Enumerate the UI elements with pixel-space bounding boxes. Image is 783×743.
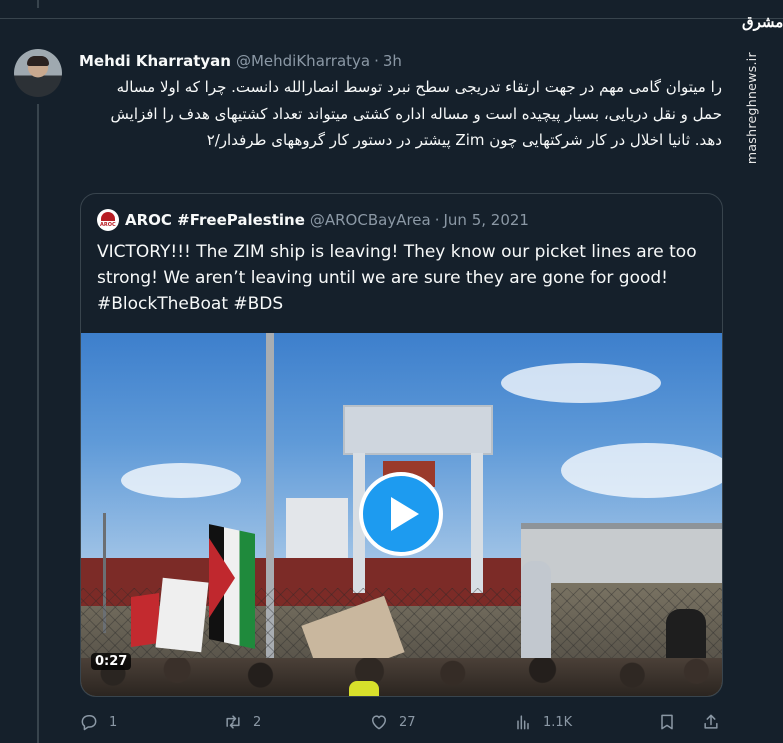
video-cloud <box>121 463 241 498</box>
share-icon <box>704 714 718 729</box>
quoted-tweet-text: VICTORY!!! The ZIM ship is leaving! They… <box>97 242 697 314</box>
play-icon <box>390 497 419 531</box>
quoted-author-name[interactable]: AROC #FreePalestine <box>125 211 305 229</box>
bookmark-button[interactable] <box>657 708 687 736</box>
heart-icon <box>372 715 386 730</box>
like-button[interactable]: 27 <box>369 708 416 736</box>
ship-superstructure <box>286 498 348 558</box>
red-flag <box>131 593 159 647</box>
bookmark-icon <box>661 714 673 730</box>
watermark: مشرق mashreghnews.ir <box>742 8 783 178</box>
quoted-avatar[interactable]: AROC <box>97 209 119 231</box>
reply-button[interactable]: 1 <box>79 708 117 736</box>
person-standing <box>521 561 551 671</box>
palestine-flag-triangle <box>209 538 235 618</box>
video-cloud <box>561 443 722 498</box>
play-button[interactable] <box>359 472 443 556</box>
action-bar: 1 2 27 1.1K <box>79 708 723 736</box>
tweet-divider <box>0 18 783 19</box>
quoted-tweet[interactable]: AROC AROC #FreePalestine @AROCBayArea · … <box>80 193 723 697</box>
thread-line <box>37 104 39 743</box>
separator-dot: · <box>374 52 379 70</box>
author-name[interactable]: Mehdi Kharratyan <box>79 52 231 70</box>
protest-sign <box>155 577 209 653</box>
watermark-site: mashreghnews.ir <box>744 52 759 165</box>
quoted-date[interactable]: Jun 5, 2021 <box>444 211 529 229</box>
safety-vest <box>349 681 379 696</box>
reply-icon <box>81 715 97 731</box>
reply-count: 1 <box>109 714 118 730</box>
quoted-author-handle[interactable]: @AROCBayArea <box>310 211 431 229</box>
tweet-time[interactable]: 3h <box>383 52 402 70</box>
avatar-hair <box>27 56 49 66</box>
crane-boom <box>343 405 493 455</box>
avatar[interactable] <box>14 49 62 97</box>
quoted-separator-dot: · <box>434 211 440 229</box>
views-count: 1.1K <box>543 714 573 730</box>
video-duration: 0:27 <box>91 653 132 670</box>
tweet-text: را میتوان گامی مهم در جهت ارتقاء تدریجی … <box>110 78 722 149</box>
video-cloud <box>501 363 661 403</box>
author-handle[interactable]: @MehdiKharratya <box>236 52 370 70</box>
watermark-logo: مشرق <box>742 13 783 31</box>
quoted-avatar-logo <box>101 212 115 221</box>
retweet-count: 2 <box>253 714 262 730</box>
like-count: 27 <box>399 714 416 730</box>
views-button[interactable]: 1.1K <box>513 708 572 736</box>
share-button[interactable] <box>701 708 731 736</box>
quoted-tweet-header: AROC AROC #FreePalestine @AROCBayArea · … <box>97 209 529 231</box>
tweet-header: Mehdi Kharratyan @MehdiKharratya · 3h <box>79 50 402 72</box>
retweet-icon <box>226 715 240 729</box>
views-icon <box>517 715 529 730</box>
retweet-button[interactable]: 2 <box>223 708 261 736</box>
crane-leg <box>471 453 483 593</box>
video-building <box>521 523 722 583</box>
video-player[interactable]: 0:27 <box>81 333 722 696</box>
quoted-avatar-text: AROC <box>100 222 116 228</box>
crowd <box>81 658 722 696</box>
thread-line-top <box>37 0 39 8</box>
